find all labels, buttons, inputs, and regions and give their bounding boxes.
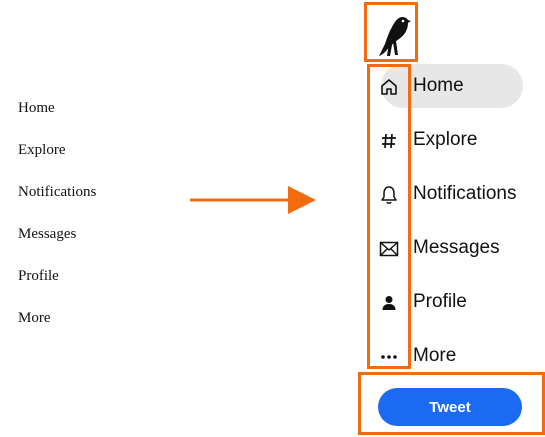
nav-item-profile[interactable]: Profile [375,283,545,323]
nav-item-explore[interactable]: Explore [375,121,545,161]
nav-item-label: More [413,345,457,366]
icons-highlight [367,64,411,369]
nav-item-label: Profile [413,291,467,312]
home-icon [375,73,403,101]
hashtag-icon [375,127,403,155]
plain-item-explore: Explore [18,142,66,158]
plain-item-more: More [18,310,51,326]
plain-item-notifications: Notifications [18,184,97,200]
nav-item-label: Notifications [413,183,517,204]
plain-item-messages: Messages [18,226,77,242]
tweet-button[interactable]: Tweet [378,388,522,426]
styled-nav: Home Explore Notifications Messages Prof… [358,0,545,437]
nav-item-messages[interactable]: Messages [375,229,545,269]
bell-icon [375,181,403,209]
more-icon [375,343,403,371]
plain-item-profile: Profile [18,268,59,284]
nav-item-more[interactable]: More [375,337,545,377]
plain-item-home: Home [18,100,55,116]
logo-highlight [364,2,418,62]
nav-item-label: Explore [413,129,478,150]
nav-item-label: Messages [413,237,500,258]
person-icon [375,289,403,317]
nav-item-home[interactable]: Home [375,67,545,107]
nav-item-label: Home [413,75,464,96]
nav-item-notifications[interactable]: Notifications [375,175,545,215]
right-arrow-icon [190,186,316,214]
envelope-icon [375,235,403,263]
bird-logo-icon [379,16,411,57]
